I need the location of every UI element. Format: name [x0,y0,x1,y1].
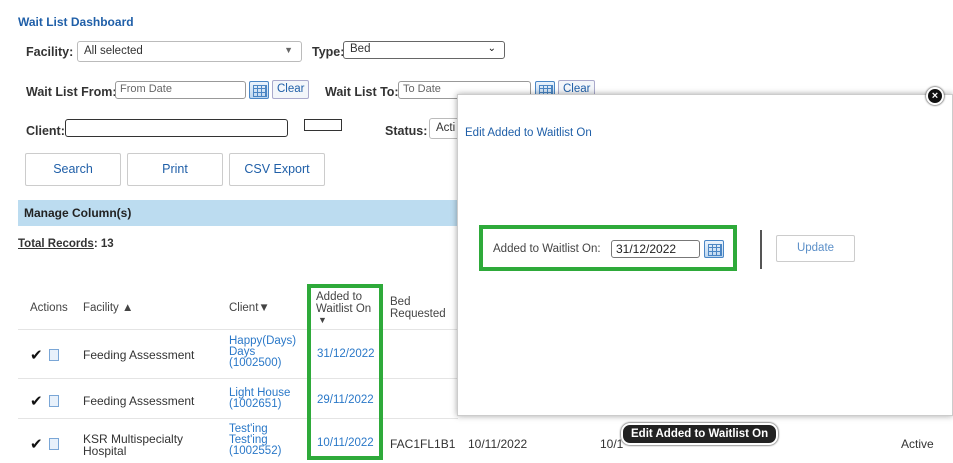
chevron-down-icon: ⌄ [487,43,496,54]
type-select-value: Bed [350,43,371,55]
facility-label: Facility: [26,45,74,59]
col-client[interactable]: Client▼ [229,302,270,314]
table-cell-facility: Feeding Assessment [83,348,195,362]
print-button[interactable]: Print [127,153,223,186]
col-actions: Actions [30,302,68,314]
check-icon[interactable]: ✔ [30,393,43,410]
clear-from-button[interactable]: Clear [272,80,310,99]
total-records: Total Records: 13 [18,238,114,250]
document-icon[interactable] [49,438,59,450]
client-input[interactable] [65,119,288,137]
client-link[interactable]: (1002651) [229,398,281,410]
type-label: Type: [312,45,345,59]
client-link[interactable]: (1002552) [229,445,281,457]
edit-modal: Edit Added to Waitlist On Added to Waitl… [457,94,953,416]
wait-list-from-input[interactable]: From Date [115,81,246,99]
divider [760,230,762,269]
table-cell-facility: Feeding Assessment [83,394,195,408]
status-select-value: Acti [436,122,456,134]
chevron-down-icon: ▼ [284,45,293,55]
check-icon[interactable]: ✔ [30,347,43,364]
col-bed-line2: Requested [390,308,446,320]
page-title: Wait List Dashboard [18,15,134,29]
wait-list-to-label: Wait List To: [325,85,399,99]
total-records-label: Total Records [18,238,94,250]
tooltip: Edit Added to Waitlist On [621,423,779,445]
col-facility[interactable]: Facility ▲ [83,302,133,314]
client-link[interactable]: (1002500) [229,357,281,369]
col-bed-line1: Bed [390,296,411,308]
calendar-icon[interactable] [249,81,269,99]
modal-title: Edit Added to Waitlist On [465,127,592,139]
edit-icon[interactable] [49,349,59,361]
table-cell-status: Active [901,437,934,451]
facility-select-value: All selected [84,45,143,57]
table-row-actions: ✔ [30,392,59,412]
check-icon[interactable]: ✔ [30,436,43,453]
calendar-icon[interactable] [704,240,724,258]
client-label: Client: [26,124,65,138]
wait-list-from-label: Wait List From: [26,85,117,99]
csv-export-button[interactable]: CSV Export [229,153,325,186]
type-select[interactable]: Bed ⌄ [343,41,505,59]
added-on-date-input[interactable]: 31/12/2022 [611,240,700,258]
update-button[interactable]: Update [776,235,855,262]
total-records-count: : 13 [93,238,114,250]
table-cell-bed: FAC1FL1B1 [390,437,456,451]
column-highlight [307,284,383,460]
table-row-actions: ✔ [30,435,59,455]
client-select-button[interactable] [304,119,342,131]
added-on-label: Added to Waitlist On: [493,243,601,255]
close-icon[interactable]: × [926,87,944,105]
document-icon[interactable] [49,395,59,407]
row-divider [18,378,458,379]
row-divider [18,418,458,419]
status-label: Status: [385,124,428,138]
search-button[interactable]: Search [25,153,121,186]
table-cell-date: 10/1 [600,437,624,451]
table-cell-date: 10/11/2022 [468,437,528,451]
facility-select[interactable]: All selected ▼ [77,41,302,62]
table-row-actions: ✔ [30,346,59,366]
table-cell-facility-line2: Hospital [83,444,127,458]
